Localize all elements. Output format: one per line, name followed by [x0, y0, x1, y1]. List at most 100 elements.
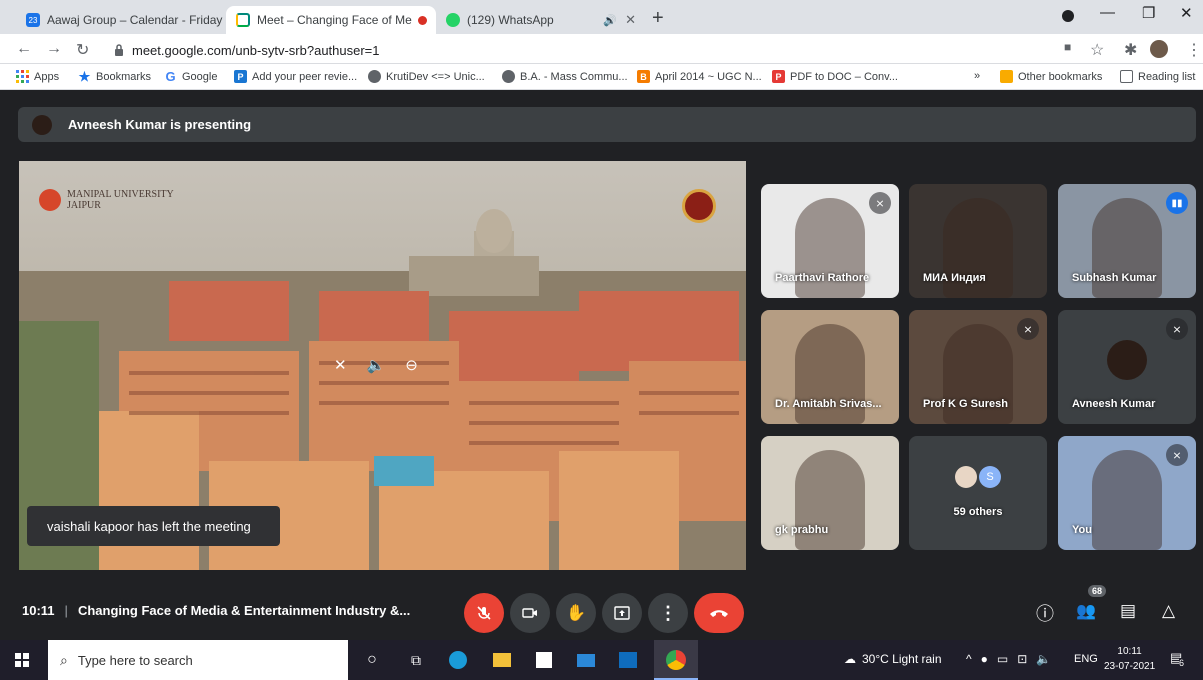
other-bookmarks[interactable]: Other bookmarks: [1000, 70, 1102, 83]
reload-button[interactable]: ↻: [76, 40, 89, 60]
file-explorer-icon[interactable]: [492, 650, 512, 670]
edge-icon[interactable]: [448, 650, 468, 670]
bookmark-star-icon[interactable]: ☆: [1090, 40, 1104, 60]
chrome-taskbar-button[interactable]: [654, 640, 698, 680]
bookmark-label: PDF to DOC – Conv...: [790, 70, 898, 83]
weather-text: 30°C Light rain: [862, 652, 942, 666]
language-indicator[interactable]: ENG: [1074, 653, 1098, 665]
new-tab-button[interactable]: +: [652, 7, 664, 30]
bookmark-apps[interactable]: Apps: [16, 70, 59, 83]
people-icon: 👥: [1076, 603, 1096, 620]
participant-tile[interactable]: МИА Индия: [909, 184, 1047, 298]
participant-tile[interactable]: Dr. Amitabh Srivas...: [761, 310, 899, 424]
hand-icon: ✋: [566, 605, 586, 622]
mic-off-icon: ⨯: [1166, 318, 1188, 340]
tab-title: Meet – Changing Face of Me: [257, 13, 412, 27]
p-icon: P: [234, 70, 247, 83]
task-view-icon[interactable]: ⧉: [406, 650, 426, 670]
notification-count: 6: [1179, 658, 1185, 668]
reading-list[interactable]: Reading list: [1120, 70, 1195, 83]
participant-tile[interactable]: Paarthavi Rathore ⨯: [761, 184, 899, 298]
tab-calendar[interactable]: 23 Aawaj Group – Calendar - Friday ✕: [16, 6, 226, 34]
participant-tile[interactable]: Subhash Kumar ▮▮: [1058, 184, 1196, 298]
bookmark-bookmarks[interactable]: ★ Bookmarks: [78, 68, 151, 84]
volume-tray-icon[interactable]: 🔈: [1036, 652, 1051, 666]
close-tab-icon[interactable]: ✕: [617, 12, 636, 28]
leave-notification: vaishali kapoor has left the meeting: [27, 506, 280, 546]
outlook-icon[interactable]: [618, 650, 638, 670]
url-text: meet.google.com/unb-sytv-srb?authuser=1: [132, 42, 380, 58]
unpin-icon[interactable]: ✕: [334, 356, 347, 374]
participant-tile[interactable]: Avneesh Kumar ⨯: [1058, 310, 1196, 424]
google-icon: G: [165, 69, 176, 84]
participant-tile[interactable]: S 59 others: [909, 436, 1047, 550]
participant-name: Subhash Kumar: [1072, 272, 1157, 284]
mic-off-icon: ⨯: [1017, 318, 1039, 340]
participant-tile[interactable]: You ⨯: [1058, 436, 1196, 550]
restore-button[interactable]: ❐: [1142, 4, 1155, 22]
network-icon[interactable]: ⊡: [1017, 652, 1027, 666]
bookmarks-overflow[interactable]: »: [974, 70, 980, 82]
close-window-button[interactable]: ✕: [1180, 4, 1193, 22]
present-icon: [614, 606, 630, 620]
bookmark-google[interactable]: G Google: [164, 69, 217, 84]
weather-widget[interactable]: ☁ 30°C Light rain: [844, 652, 942, 666]
leave-call-button[interactable]: [694, 593, 744, 633]
bookmark-pdf[interactable]: P PDF to DOC – Conv...: [772, 70, 898, 83]
meeting-details-button[interactable]: ⓘ: [1036, 600, 1054, 626]
close-tab-icon[interactable]: ✕: [427, 12, 436, 28]
participant-tile[interactable]: Prof K G Suresh ⨯: [909, 310, 1047, 424]
present-button[interactable]: [602, 593, 642, 633]
minimize-button[interactable]: —: [1100, 4, 1115, 21]
speaker-icon[interactable]: 🔊: [603, 14, 617, 27]
tab-whatsapp[interactable]: (129) WhatsApp 🔊 ✕: [436, 6, 646, 34]
tab-meet[interactable]: Meet – Changing Face of Me ✕: [226, 6, 436, 34]
remove-icon[interactable]: ⊖: [405, 356, 418, 374]
windows-start-button[interactable]: [12, 650, 32, 670]
bookmark-ugc[interactable]: B April 2014 ~ UGC N...: [637, 70, 762, 83]
hang-up-icon: [710, 610, 728, 617]
taskbar-search-box[interactable]: ⌕ Type here to search: [48, 640, 348, 680]
camera-icon[interactable]: ■: [1064, 40, 1071, 54]
profile-avatar[interactable]: [1150, 40, 1168, 58]
raise-hand-button[interactable]: ✋: [556, 593, 596, 633]
url-field[interactable]: meet.google.com/unb-sytv-srb?authuser=1: [104, 38, 1044, 62]
notification-center-button[interactable]: ▤ 6: [1170, 650, 1190, 670]
participant-name: МИА Индия: [923, 272, 986, 284]
bookmark-ba-mass[interactable]: B.A. - Mass Commu...: [502, 70, 628, 83]
system-tray: ^ ● ▭ ⊡ 🔈: [966, 652, 1051, 666]
tray-expand-icon[interactable]: ^: [966, 652, 972, 666]
camera-toggle-button[interactable]: [510, 593, 550, 633]
menu-icon[interactable]: ⋮: [1186, 40, 1202, 60]
more-options-button[interactable]: ⋮: [648, 593, 688, 633]
battery-icon[interactable]: ▭: [997, 652, 1008, 666]
back-button[interactable]: ←: [16, 40, 32, 58]
chat-button[interactable]: ▤: [1120, 601, 1136, 621]
tab-title: Aawaj Group – Calendar - Friday: [47, 13, 223, 27]
people-button[interactable]: 68 👥: [1076, 585, 1107, 621]
bookmark-label: April 2014 ~ UGC N...: [655, 70, 762, 83]
volume-icon[interactable]: 🔈: [367, 356, 386, 374]
star-icon: ★: [78, 68, 91, 84]
chrome-icon: [666, 650, 686, 670]
recording-icon: [417, 15, 427, 25]
store-icon[interactable]: [534, 650, 554, 670]
forward-button[interactable]: →: [46, 40, 62, 58]
more-vert-icon: ⋮: [659, 602, 677, 623]
bookmark-label: KrutiDev <=> Unic...: [386, 70, 485, 83]
globe-icon: [368, 70, 381, 83]
extensions-icon[interactable]: ✱: [1124, 40, 1137, 60]
globe-icon: [502, 70, 515, 83]
cortana-icon[interactable]: ○: [362, 650, 382, 670]
tab-search-icon[interactable]: [1062, 10, 1074, 22]
clock[interactable]: 10:11 23-07-2021: [1104, 644, 1155, 674]
bookmark-peer-review[interactable]: P Add your peer revie...: [234, 70, 357, 83]
meet-icon: [236, 13, 250, 27]
tray-mic-icon[interactable]: ●: [981, 652, 988, 666]
campus-name: JAIPUR: [67, 200, 101, 211]
mail-icon[interactable]: [576, 650, 596, 670]
mic-toggle-button[interactable]: [464, 593, 504, 633]
participant-tile[interactable]: gk prabhu: [761, 436, 899, 550]
activities-button[interactable]: △: [1162, 601, 1175, 621]
bookmark-krutidev[interactable]: KrutiDev <=> Unic...: [368, 70, 485, 83]
